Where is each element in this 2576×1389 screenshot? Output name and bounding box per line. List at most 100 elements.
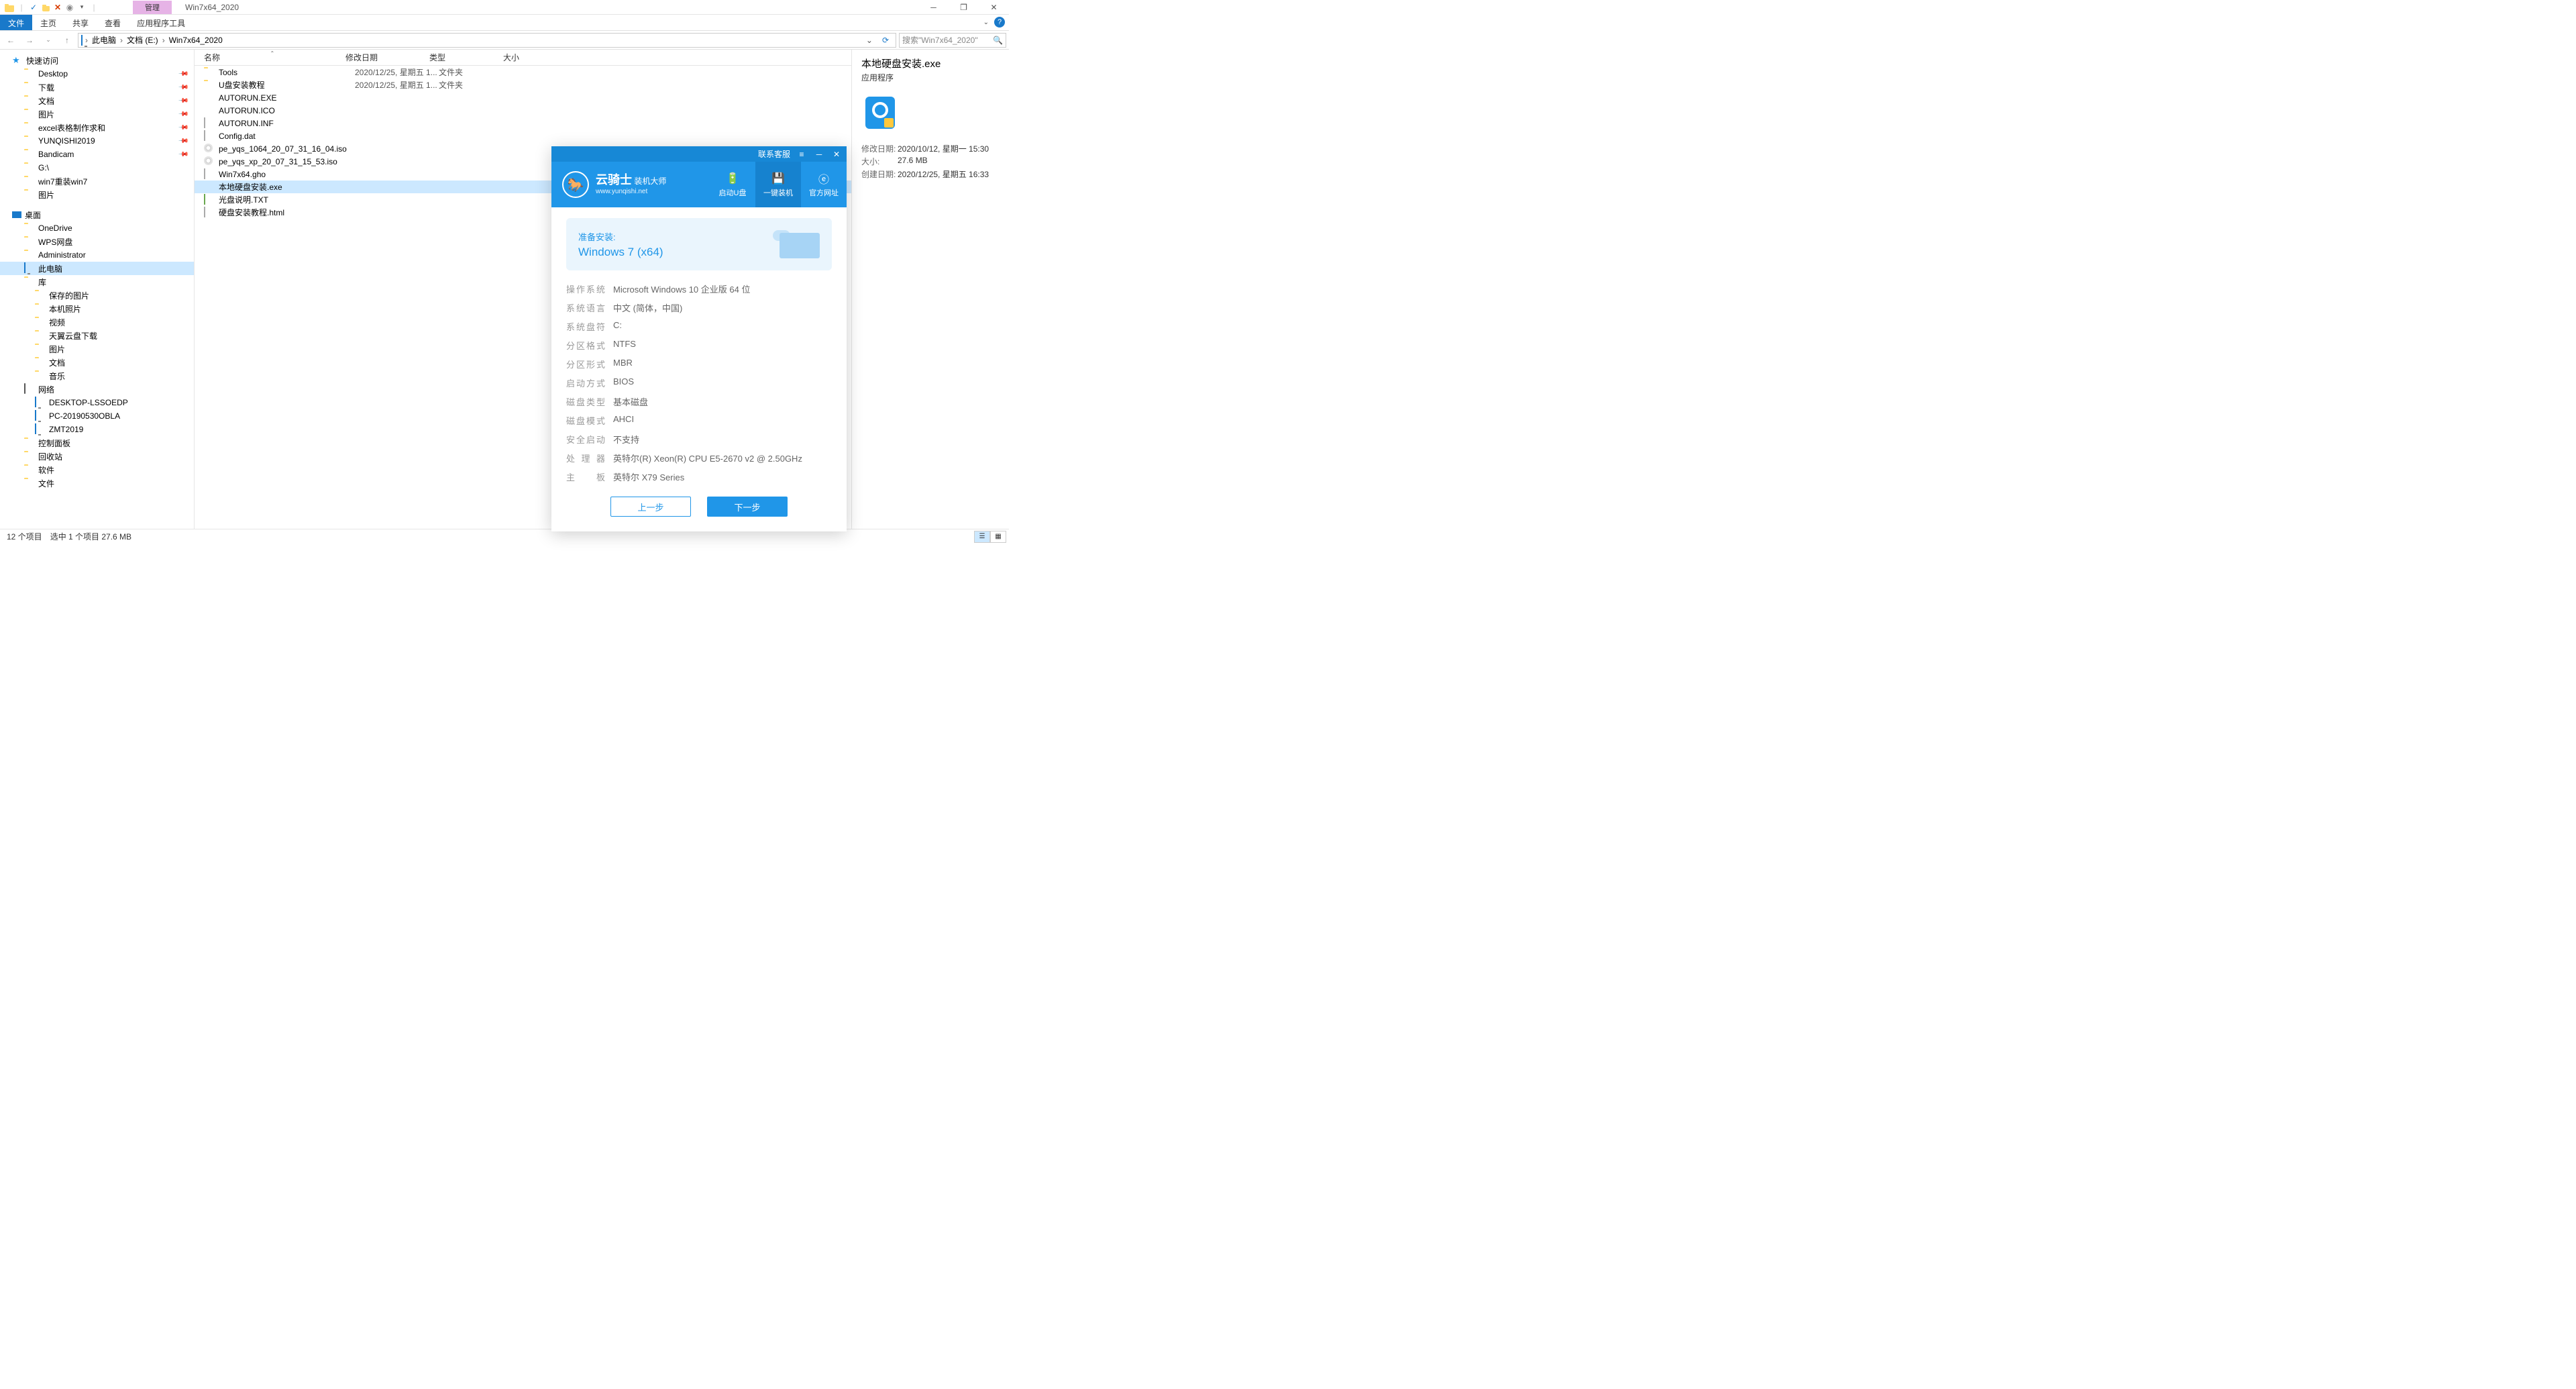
file-icon	[204, 80, 215, 91]
tree-quick-item[interactable]: Bandicam📌	[0, 148, 194, 161]
help-icon[interactable]: ?	[994, 17, 1005, 28]
refresh-icon[interactable]: ⟳	[878, 36, 893, 45]
maximize-button[interactable]: ❐	[949, 0, 979, 15]
file-row[interactable]: Tools2020/12/25, 星期五 1...文件夹	[195, 66, 851, 79]
ribbon-expand-icon[interactable]: ⌄	[983, 19, 989, 26]
search-input[interactable]: 搜索"Win7x64_2020" 🔍	[899, 33, 1006, 48]
tree-label: G:\	[38, 163, 49, 172]
tree-library-item[interactable]: 音乐	[0, 369, 194, 382]
tree-network-item[interactable]: ZMT2019	[0, 423, 194, 436]
tree-desktop-item[interactable]: 控制面板	[0, 436, 194, 450]
col-header-date[interactable]: 修改日期	[345, 52, 429, 63]
ribbon-tab-file[interactable]: 文件	[0, 15, 32, 30]
ribbon-tab-share[interactable]: 共享	[64, 15, 97, 30]
ribbon-tab-home[interactable]: 主页	[32, 15, 64, 30]
file-row[interactable]: Config.dat	[195, 130, 851, 142]
tree-desktop-item[interactable]: WPS网盘	[0, 235, 194, 248]
item-icon	[24, 478, 35, 488]
file-icon	[204, 131, 215, 142]
nav-up-button[interactable]: ↑	[59, 32, 75, 48]
search-icon[interactable]: 🔍	[993, 36, 1003, 45]
tree-desktop-item[interactable]: Administrator	[0, 248, 194, 262]
context-tab[interactable]: 管理	[133, 1, 172, 14]
qat-dropdown-icon[interactable]: ▾	[76, 2, 87, 13]
tree-quick-item[interactable]: excel表格制作求和📌	[0, 121, 194, 134]
folder-small-icon[interactable]	[40, 2, 51, 13]
breadcrumb[interactable]: › 此电脑 › 文档 (E:) › Win7x64_2020 ⌄ ⟳	[78, 33, 896, 48]
tree-library-item[interactable]: 保存的图片	[0, 289, 194, 302]
tree-quick-item[interactable]: YUNQISHI2019📌	[0, 134, 194, 148]
nav-forward-button[interactable]: →	[21, 32, 38, 48]
nav-back-button[interactable]: ←	[3, 32, 19, 48]
file-row[interactable]: AUTORUN.INF	[195, 117, 851, 130]
file-icon	[204, 118, 215, 129]
pc-icon	[81, 36, 83, 45]
tree-desktop-item[interactable]: 网络	[0, 382, 194, 396]
tree-desktop-item[interactable]: OneDrive	[0, 221, 194, 235]
tree-library-item[interactable]: 文档	[0, 356, 194, 369]
breadcrumb-item[interactable]: 此电脑	[91, 34, 117, 46]
dialog-menu-icon[interactable]: ≡	[796, 148, 808, 160]
nav-history-dropdown[interactable]: ⌄	[40, 32, 56, 48]
col-header-name[interactable]: ⌃ 名称	[195, 52, 345, 63]
tree-network-item[interactable]: PC-20190530OBLA	[0, 409, 194, 423]
tree-desktop-item[interactable]: 此电脑	[0, 262, 194, 275]
info-value: 英特尔 X79 Series	[605, 470, 684, 483]
prev-button[interactable]: 上一步	[610, 497, 691, 517]
dialog-close-icon[interactable]: ✕	[830, 148, 843, 160]
view-details-button[interactable]: ☰	[974, 531, 990, 543]
col-header-size[interactable]: 大小	[503, 52, 543, 63]
folder-icon	[24, 109, 35, 119]
ribbon-tab-apptools[interactable]: 应用程序工具	[129, 15, 193, 30]
file-row[interactable]: U盘安装教程2020/12/25, 星期五 1...文件夹	[195, 79, 851, 91]
tree-quick-item[interactable]: G:\	[0, 161, 194, 174]
tree-library-item[interactable]: 本机照片	[0, 302, 194, 315]
dialog-minimize-icon[interactable]: ─	[813, 148, 825, 160]
tree-desktop-root[interactable]: 桌面	[0, 208, 194, 221]
tree-quick-item[interactable]: 图片📌	[0, 107, 194, 121]
close-button[interactable]: ✕	[979, 0, 1009, 15]
next-button[interactable]: 下一步	[707, 497, 788, 517]
tree-desktop-item[interactable]: 回收站	[0, 450, 194, 463]
tree-library-item[interactable]: 天翼云盘下载	[0, 329, 194, 342]
chevron-right-icon[interactable]: ›	[161, 36, 166, 45]
properties-icon[interactable]: ◉	[64, 2, 75, 13]
chevron-right-icon[interactable]: ›	[119, 36, 124, 45]
dialog-tab-install[interactable]: 💾 一键装机	[755, 162, 801, 207]
tree-quick-item[interactable]: 文档📌	[0, 94, 194, 107]
address-dropdown-icon[interactable]: ⌄	[862, 36, 877, 45]
folder-icon	[35, 370, 46, 381]
tree-desktop-item[interactable]: 文件	[0, 476, 194, 490]
banner-label: 准备安装:	[578, 230, 663, 243]
tree-desktop-item[interactable]: 软件	[0, 463, 194, 476]
tree-quick-item[interactable]: 下载📌	[0, 81, 194, 94]
tree-library-item[interactable]: 图片	[0, 342, 194, 356]
navigation-tree[interactable]: ★ 快速访问 Desktop📌下载📌文档📌图片📌excel表格制作求和📌YUNQ…	[0, 50, 195, 529]
view-icons-button[interactable]: ▦	[990, 531, 1006, 543]
file-row[interactable]: AUTORUN.ICO	[195, 104, 851, 117]
close-red-icon[interactable]: ✕	[52, 2, 63, 13]
dialog-tabs: 🔋 启动U盘 💾 一键装机 ⓔ 官方网址	[710, 162, 847, 207]
chevron-right-icon[interactable]: ›	[84, 36, 89, 45]
dialog-service-link[interactable]: 联系客服	[758, 148, 790, 160]
tree-library-item[interactable]: 视频	[0, 315, 194, 329]
details-title: 本地硬盘安装.exe	[861, 56, 1000, 70]
tree-quick-item[interactable]: 图片	[0, 188, 194, 201]
usb-icon: 🔋	[725, 171, 740, 186]
tree-quick-item[interactable]: Desktop📌	[0, 67, 194, 81]
file-row[interactable]: AUTORUN.EXE	[195, 91, 851, 104]
file-name: U盘安装教程	[219, 79, 355, 91]
dialog-tab-website[interactable]: ⓔ 官方网址	[801, 162, 847, 207]
tree-label: YUNQISHI2019	[38, 136, 95, 146]
col-header-type[interactable]: 类型	[429, 52, 503, 63]
tree-quick-item[interactable]: win7重装win7	[0, 174, 194, 188]
breadcrumb-item[interactable]: Win7x64_2020	[168, 36, 224, 45]
tree-quick-access[interactable]: ★ 快速访问	[0, 54, 194, 67]
check-icon[interactable]: ✓	[28, 2, 39, 13]
tree-desktop-item[interactable]: 库	[0, 275, 194, 289]
dialog-tab-usb[interactable]: 🔋 启动U盘	[710, 162, 755, 207]
ribbon-tab-view[interactable]: 查看	[97, 15, 129, 30]
breadcrumb-item[interactable]: 文档 (E:)	[125, 34, 160, 46]
tree-network-item[interactable]: DESKTOP-LSSOEDP	[0, 396, 194, 409]
minimize-button[interactable]: ─	[918, 0, 949, 15]
